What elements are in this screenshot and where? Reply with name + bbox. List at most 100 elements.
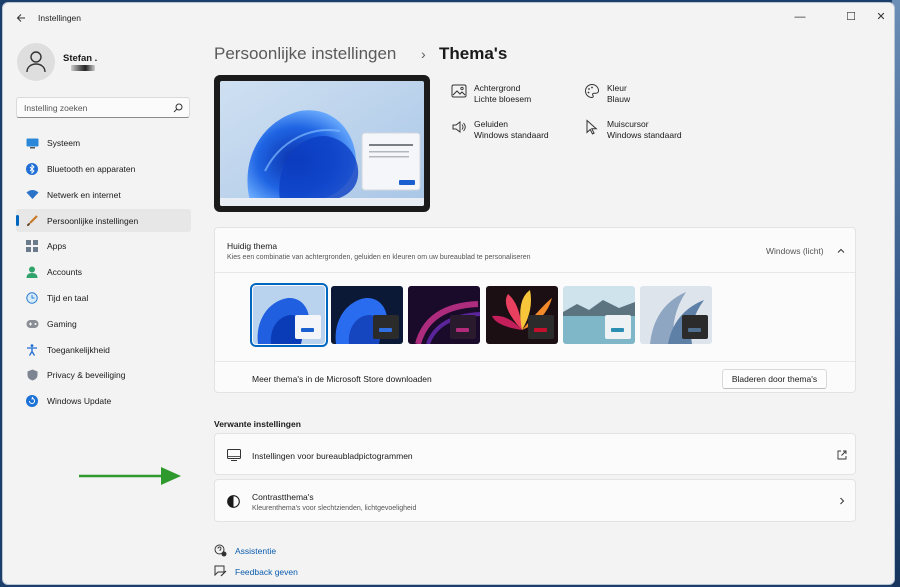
sidebar-item-bluetooth[interactable]: Bluetooth en apparaten xyxy=(16,158,191,181)
accessibility-icon xyxy=(27,343,37,356)
chevron-up-icon xyxy=(837,248,845,253)
theme-preview-screen xyxy=(220,81,424,206)
theme-thumbnail-accent xyxy=(301,328,314,332)
related-settings-heading: Verwante instellingen xyxy=(214,419,301,429)
search-placeholder: Instelling zoeken xyxy=(24,103,88,113)
sidebar-item-label: Apps xyxy=(47,241,67,252)
title-bar: Instellingen — ☐ ✕ xyxy=(3,3,894,33)
sidebar-item-tijd-en-taal[interactable]: Tijd en taal xyxy=(16,287,191,310)
background-setting[interactable]: Achtergrond Lichte bloesem xyxy=(451,83,571,107)
update-icon xyxy=(26,395,38,408)
color-label: Kleur xyxy=(607,83,627,93)
help-link[interactable]: Assistentie xyxy=(235,546,276,556)
browse-themes-button[interactable]: Bladeren door thema's xyxy=(722,369,827,389)
bluetooth-icon xyxy=(26,163,38,176)
feedback-link[interactable]: Feedback geven xyxy=(235,567,298,577)
app-title: Instellingen xyxy=(38,13,82,23)
sidebar-item-apps[interactable]: Apps xyxy=(16,235,191,258)
account-icon xyxy=(26,266,38,279)
sounds-label: Geluiden xyxy=(474,119,509,129)
wifi-icon xyxy=(26,190,38,200)
sidebar-item-systeem[interactable]: Systeem xyxy=(16,132,191,155)
desktop-icons-label: Instellingen voor bureaubladpictogrammen xyxy=(252,451,413,461)
sidebar-item-label: Netwerk en internet xyxy=(47,189,121,200)
sidebar-item-label: Gaming xyxy=(47,318,77,329)
desktop-icon-settings-card[interactable]: Instellingen voor bureaubladpictogrammen xyxy=(214,433,856,475)
page-title: Thema's xyxy=(439,44,508,63)
settings-window: Instellingen — ☐ ✕ Stefan . Instelling z… xyxy=(2,2,895,585)
sidebar-item-toegankelijkheid[interactable]: Toegankelijkheid xyxy=(16,338,191,361)
chevron-right-icon xyxy=(840,497,845,505)
shield-icon xyxy=(27,369,37,381)
sidebar-nav: Systeem Bluetooth en apparaten Netwerk e… xyxy=(16,132,191,416)
gamepad-icon xyxy=(26,319,38,328)
sidebar-item-persoonlijke-instellingen[interactable]: Persoonlijke instellingen xyxy=(16,209,191,232)
theme-thumbnail-windows-light[interactable] xyxy=(250,283,328,347)
user-name: Stefan . xyxy=(63,53,98,64)
apps-icon xyxy=(26,240,38,253)
sounds-setting[interactable]: Geluiden Windows standaard xyxy=(451,119,571,143)
help-icon xyxy=(214,544,227,557)
current-theme-subtitle: Kies een combinatie van achtergronden, g… xyxy=(227,254,531,261)
sidebar-item-accounts[interactable]: Accounts xyxy=(16,261,191,284)
search-input[interactable]: Instelling zoeken xyxy=(16,97,190,118)
picture-icon xyxy=(451,84,467,98)
divider xyxy=(215,361,855,362)
monitor-icon xyxy=(26,138,38,149)
theme-thumbnail-window xyxy=(450,315,476,339)
contrast-themes-label: Contrastthema's xyxy=(252,492,314,502)
sidebar-item-label: Windows Update xyxy=(47,396,112,407)
sidebar-item-privacy[interactable]: Privacy & beveiliging xyxy=(16,364,191,387)
external-link-icon xyxy=(837,450,847,460)
mouse-cursor-label: Muiscursor xyxy=(607,119,649,129)
sidebar-item-label: Privacy & beveiliging xyxy=(47,370,126,381)
mouse-cursor-setting[interactable]: Muiscursor Windows standaard xyxy=(584,119,704,143)
theme-preview xyxy=(214,75,430,212)
person-icon xyxy=(26,51,46,73)
speaker-icon xyxy=(452,121,466,133)
minimize-button[interactable]: — xyxy=(788,8,812,26)
sidebar-item-label: Bluetooth en apparaten xyxy=(47,164,136,175)
theme-thumbnail-flow[interactable] xyxy=(640,286,712,344)
globe-clock-icon xyxy=(26,292,38,304)
sidebar-item-windows-update[interactable]: Windows Update xyxy=(16,390,191,413)
back-button[interactable] xyxy=(13,11,29,27)
avatar[interactable] xyxy=(17,43,55,81)
current-theme-title: Huidig thema xyxy=(227,241,278,251)
theme-thumbnail-windows-dark[interactable] xyxy=(331,286,403,344)
sidebar-item-label: Accounts xyxy=(47,267,82,278)
sidebar-item-label: Tijd en taal xyxy=(47,293,89,304)
color-value: Blauw xyxy=(607,94,631,104)
cursor-icon xyxy=(586,119,598,135)
close-button[interactable]: ✕ xyxy=(869,8,893,26)
feedback-icon xyxy=(214,565,227,577)
breadcrumb-parent[interactable]: Persoonlijke instellingen xyxy=(214,44,396,64)
maximize-button[interactable]: ☐ xyxy=(839,8,863,26)
sidebar-item-label: Persoonlijke instellingen xyxy=(47,215,139,226)
theme-thumbnail-window xyxy=(528,315,554,339)
current-theme-collapse[interactable] xyxy=(836,243,848,255)
contrast-themes-card[interactable]: Contrastthema's Kleurenthema's voor slec… xyxy=(214,479,856,522)
theme-thumbnail-accent xyxy=(456,328,469,332)
store-text: Meer thema's in de Microsoft Store downl… xyxy=(252,374,432,384)
mouse-cursor-value: Windows standaard xyxy=(607,130,682,140)
theme-thumbnail-sunrise[interactable] xyxy=(563,286,635,344)
arrow-left-icon xyxy=(16,14,25,22)
color-setting[interactable]: Kleur Blauw xyxy=(584,83,704,107)
theme-thumbnail-accent xyxy=(534,328,547,332)
theme-thumbnail-glow[interactable] xyxy=(408,286,480,344)
contrast-themes-subtitle: Kleurenthema's voor slechtzienden, licht… xyxy=(252,505,417,512)
breadcrumb-separator: › xyxy=(421,46,426,62)
theme-thumbnail-accent xyxy=(611,328,624,332)
theme-thumbnail-captured-motion[interactable] xyxy=(486,286,558,344)
sidebar-item-gaming[interactable]: Gaming xyxy=(16,313,191,336)
theme-thumbnail-window xyxy=(682,315,708,339)
sidebar-item-netwerk[interactable]: Netwerk en internet xyxy=(16,184,191,207)
theme-thumbnail-window xyxy=(295,315,321,339)
theme-thumbnail-accent xyxy=(379,328,392,332)
theme-thumbnail-accent xyxy=(688,328,701,332)
current-theme-value: Windows (licht) xyxy=(766,246,824,256)
bloom-wallpaper xyxy=(220,81,424,206)
desktop-icon xyxy=(227,449,241,461)
sidebar-item-label: Toegankelijkheid xyxy=(47,344,110,355)
